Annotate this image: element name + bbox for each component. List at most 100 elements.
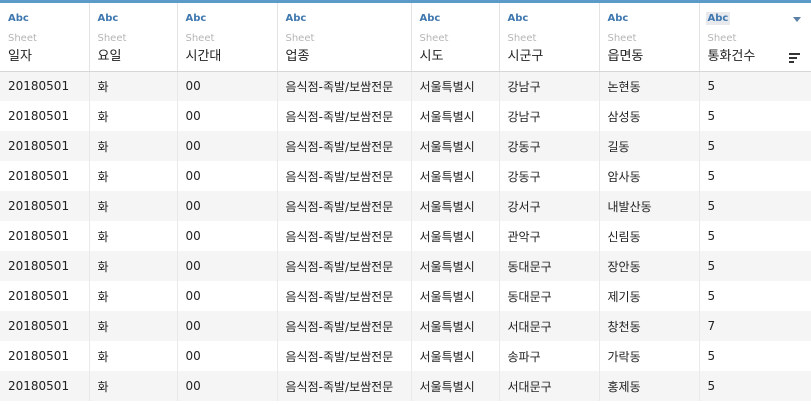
column-header-province[interactable]: Abc Sheet 시도 — [411, 3, 500, 72]
province-cell[interactable]: 서울특별시 — [411, 161, 500, 191]
time-slot-cell[interactable]: 00 — [177, 131, 278, 161]
district-cell[interactable]: 강남구 — [499, 71, 600, 101]
type-badge[interactable]: Abc — [6, 12, 31, 25]
date-cell[interactable]: 20180501 — [0, 311, 90, 341]
date-cell[interactable]: 20180501 — [0, 161, 90, 191]
table-row[interactable]: 20180501 화 00 음식점-족발/보쌈전문 서울특별시 서대문구 창천동 7 — [0, 311, 811, 341]
column-header-call-count[interactable]: Abc Sheet 통화건수 — [699, 3, 811, 72]
province-cell[interactable]: 서울특별시 — [411, 101, 500, 131]
neighborhood-cell[interactable]: 홍제동 — [599, 371, 700, 401]
business-type-cell[interactable]: 음식점-족발/보쌈전문 — [277, 191, 412, 221]
business-type-cell[interactable]: 음식점-족발/보쌈전문 — [277, 101, 412, 131]
type-badge[interactable]: Abc — [705, 12, 731, 25]
district-cell[interactable]: 강동구 — [499, 131, 600, 161]
district-cell[interactable]: 송파구 — [499, 341, 600, 371]
province-cell[interactable]: 서울특별시 — [411, 221, 500, 251]
weekday-cell[interactable]: 화 — [89, 221, 178, 251]
province-cell[interactable]: 서울특별시 — [411, 191, 500, 221]
weekday-cell[interactable]: 화 — [89, 161, 178, 191]
neighborhood-cell[interactable]: 신림동 — [599, 221, 700, 251]
weekday-cell[interactable]: 화 — [89, 281, 178, 311]
table-row[interactable]: 20180501 화 00 음식점-족발/보쌈전문 서울특별시 강서구 내발산동 5 — [0, 191, 811, 221]
neighborhood-cell[interactable]: 삼성동 — [599, 101, 700, 131]
type-badge[interactable]: Abc — [284, 12, 309, 25]
weekday-cell[interactable]: 화 — [89, 311, 178, 341]
province-cell[interactable]: 서울특별시 — [411, 281, 500, 311]
table-row[interactable]: 20180501 화 00 음식점-족발/보쌈전문 서울특별시 강남구 삼성동 5 — [0, 101, 811, 131]
column-header-date[interactable]: Abc Sheet 일자 — [0, 3, 90, 72]
weekday-cell[interactable]: 화 — [89, 371, 178, 401]
business-type-cell[interactable]: 음식점-족발/보쌈전문 — [277, 341, 412, 371]
time-slot-cell[interactable]: 00 — [177, 191, 278, 221]
table-row[interactable]: 20180501 화 00 음식점-족발/보쌈전문 서울특별시 관악구 신림동 5 — [0, 221, 811, 251]
time-slot-cell[interactable]: 00 — [177, 101, 278, 131]
date-cell[interactable]: 20180501 — [0, 71, 90, 101]
call-count-cell[interactable]: 5 — [699, 341, 811, 371]
business-type-cell[interactable]: 음식점-족발/보쌈전문 — [277, 131, 412, 161]
date-cell[interactable]: 20180501 — [0, 221, 90, 251]
table-row[interactable]: 20180501 화 00 음식점-족발/보쌈전문 서울특별시 동대문구 장안동 5 — [0, 251, 811, 281]
district-cell[interactable]: 강남구 — [499, 101, 600, 131]
neighborhood-cell[interactable]: 가락동 — [599, 341, 700, 371]
type-badge[interactable]: Abc — [96, 12, 121, 25]
type-badge[interactable]: Abc — [606, 12, 631, 25]
date-cell[interactable]: 20180501 — [0, 341, 90, 371]
neighborhood-cell[interactable]: 내발산동 — [599, 191, 700, 221]
call-count-cell[interactable]: 5 — [699, 191, 811, 221]
weekday-cell[interactable]: 화 — [89, 101, 178, 131]
neighborhood-cell[interactable]: 암사동 — [599, 161, 700, 191]
neighborhood-cell[interactable]: 창천동 — [599, 311, 700, 341]
neighborhood-cell[interactable]: 장안동 — [599, 251, 700, 281]
weekday-cell[interactable]: 화 — [89, 251, 178, 281]
type-badge[interactable]: Abc — [184, 12, 209, 25]
table-row[interactable]: 20180501 화 00 음식점-족발/보쌈전문 서울특별시 송파구 가락동 5 — [0, 341, 811, 371]
call-count-cell[interactable]: 5 — [699, 161, 811, 191]
call-count-cell[interactable]: 7 — [699, 311, 811, 341]
business-type-cell[interactable]: 음식점-족발/보쌈전문 — [277, 161, 412, 191]
call-count-cell[interactable]: 5 — [699, 221, 811, 251]
table-row[interactable]: 20180501 화 00 음식점-족발/보쌈전문 서울특별시 강동구 암사동 5 — [0, 161, 811, 191]
neighborhood-cell[interactable]: 길동 — [599, 131, 700, 161]
call-count-cell[interactable]: 5 — [699, 251, 811, 281]
column-header-weekday[interactable]: Abc Sheet 요일 — [89, 3, 178, 72]
column-header-time-slot[interactable]: Abc Sheet 시간대 — [177, 3, 278, 72]
business-type-cell[interactable]: 음식점-족발/보쌈전문 — [277, 281, 412, 311]
province-cell[interactable]: 서울특별시 — [411, 131, 500, 161]
sort-descending-icon[interactable] — [789, 53, 800, 63]
weekday-cell[interactable]: 화 — [89, 71, 178, 101]
weekday-cell[interactable]: 화 — [89, 191, 178, 221]
date-cell[interactable]: 20180501 — [0, 281, 90, 311]
column-header-business-type[interactable]: Abc Sheet 업종 — [277, 3, 412, 72]
district-cell[interactable]: 동대문구 — [499, 251, 600, 281]
time-slot-cell[interactable]: 00 — [177, 71, 278, 101]
date-cell[interactable]: 20180501 — [0, 131, 90, 161]
business-type-cell[interactable]: 음식점-족발/보쌈전문 — [277, 371, 412, 401]
call-count-cell[interactable]: 5 — [699, 281, 811, 311]
business-type-cell[interactable]: 음식점-족발/보쌈전문 — [277, 71, 412, 101]
date-cell[interactable]: 20180501 — [0, 371, 90, 401]
neighborhood-cell[interactable]: 논현동 — [599, 71, 700, 101]
province-cell[interactable]: 서울특별시 — [411, 71, 500, 101]
district-cell[interactable]: 관악구 — [499, 221, 600, 251]
column-header-district[interactable]: Abc Sheet 시군구 — [499, 3, 600, 72]
call-count-cell[interactable]: 5 — [699, 101, 811, 131]
time-slot-cell[interactable]: 00 — [177, 251, 278, 281]
business-type-cell[interactable]: 음식점-족발/보쌈전문 — [277, 221, 412, 251]
province-cell[interactable]: 서울특별시 — [411, 371, 500, 401]
table-row[interactable]: 20180501 화 00 음식점-족발/보쌈전문 서울특별시 동대문구 제기동 5 — [0, 281, 811, 311]
table-row[interactable]: 20180501 화 00 음식점-족발/보쌈전문 서울특별시 강동구 길동 5 — [0, 131, 811, 161]
weekday-cell[interactable]: 화 — [89, 341, 178, 371]
type-badge[interactable]: Abc — [506, 12, 531, 25]
time-slot-cell[interactable]: 00 — [177, 281, 278, 311]
province-cell[interactable]: 서울특별시 — [411, 341, 500, 371]
district-cell[interactable]: 서대문구 — [499, 371, 600, 401]
business-type-cell[interactable]: 음식점-족발/보쌈전문 — [277, 251, 412, 281]
district-cell[interactable]: 동대문구 — [499, 281, 600, 311]
type-badge[interactable]: Abc — [418, 12, 443, 25]
province-cell[interactable]: 서울특별시 — [411, 311, 500, 341]
time-slot-cell[interactable]: 00 — [177, 161, 278, 191]
business-type-cell[interactable]: 음식점-족발/보쌈전문 — [277, 311, 412, 341]
column-header-neighborhood[interactable]: Abc Sheet 읍면동 — [599, 3, 700, 72]
time-slot-cell[interactable]: 00 — [177, 221, 278, 251]
call-count-cell[interactable]: 5 — [699, 131, 811, 161]
